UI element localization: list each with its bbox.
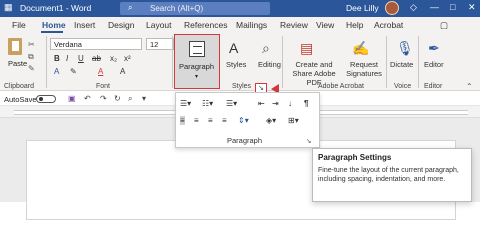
align-left-icon[interactable]: ≡ bbox=[180, 116, 185, 125]
tab-file[interactable]: File bbox=[12, 20, 26, 30]
divider bbox=[386, 36, 387, 88]
paste-icon[interactable] bbox=[8, 38, 22, 55]
superscript-button[interactable]: x² bbox=[124, 54, 131, 63]
styles-button-label[interactable]: Styles bbox=[226, 60, 246, 69]
show-formatting-icon[interactable]: ¶ bbox=[304, 99, 308, 108]
microphone-icon[interactable]: 🎙 bbox=[396, 40, 414, 57]
increase-indent-icon[interactable]: ⇥ bbox=[272, 99, 279, 108]
acrobat-group-label: Adobe Acrobat bbox=[318, 83, 364, 90]
line-spacing-icon[interactable]: ⇕▾ bbox=[238, 116, 249, 125]
paste-button-label[interactable]: Paste bbox=[8, 59, 27, 68]
clipboard-group-label: Clipboard bbox=[4, 83, 34, 90]
copy-icon[interactable]: ⧉ bbox=[28, 52, 34, 62]
tab-review[interactable]: Review bbox=[280, 20, 308, 30]
ribbon-tabs: File Home Insert Design Layout Reference… bbox=[0, 17, 480, 33]
bold-button[interactable]: B bbox=[54, 54, 60, 63]
tab-references[interactable]: References bbox=[184, 20, 227, 30]
avatar[interactable] bbox=[385, 1, 399, 15]
search-icon: ⌕ bbox=[128, 3, 133, 12]
tab-acrobat[interactable]: Acrobat bbox=[374, 20, 403, 30]
editor-icon[interactable]: ✒ bbox=[428, 40, 440, 57]
italic-button[interactable]: I bbox=[66, 54, 68, 63]
customize-qat-icon[interactable]: ▾ bbox=[142, 94, 146, 103]
autosave-toggle[interactable] bbox=[36, 95, 56, 103]
bullets-icon[interactable]: ☰▾ bbox=[180, 99, 191, 108]
decrease-indent-icon[interactable]: ⇤ bbox=[258, 99, 265, 108]
tab-home[interactable]: Home bbox=[42, 20, 66, 30]
tab-layout[interactable]: Layout bbox=[146, 20, 172, 30]
divider bbox=[282, 36, 283, 88]
cut-icon[interactable]: ✂ bbox=[28, 40, 35, 49]
tab-mailings[interactable]: Mailings bbox=[236, 20, 267, 30]
close-icon[interactable]: ✕ bbox=[468, 2, 476, 13]
subscript-button[interactable]: x₂ bbox=[110, 54, 117, 63]
align-right-icon[interactable]: ≡ bbox=[208, 116, 213, 125]
font-color-icon[interactable]: A bbox=[98, 67, 103, 76]
diamond-icon[interactable]: ◇ bbox=[410, 2, 417, 13]
voice-group-label: Voice bbox=[394, 83, 412, 90]
format-painter-icon[interactable]: ✎ bbox=[28, 64, 35, 73]
undo-icon[interactable]: ↶ bbox=[84, 94, 91, 103]
save-icon[interactable]: ▣ bbox=[68, 94, 76, 103]
user-name[interactable]: Dee Lilly bbox=[346, 3, 379, 13]
paragraph-settings-tooltip: Paragraph Settings Fine-tune the layout … bbox=[312, 148, 472, 202]
divider bbox=[172, 36, 173, 88]
chevron-down-icon: ▾ bbox=[195, 74, 199, 80]
dictate-button-label[interactable]: Dictate bbox=[390, 60, 413, 69]
tooltip-body: Fine-tune the layout of the current para… bbox=[318, 167, 459, 183]
underline-button[interactable]: U bbox=[78, 54, 84, 63]
font-group-label: Font bbox=[96, 83, 111, 90]
text-effects-icon[interactable]: A bbox=[54, 67, 59, 76]
editor-button-label[interactable]: Editor bbox=[424, 60, 444, 69]
request-signatures-label[interactable]: Request Signatures bbox=[344, 60, 384, 78]
tab-view[interactable]: View bbox=[316, 20, 334, 30]
repeat-icon[interactable]: ↻ bbox=[114, 94, 121, 103]
styles-icon[interactable]: A bbox=[229, 40, 238, 56]
tab-design[interactable]: Design bbox=[108, 20, 134, 30]
search-box[interactable]: ⌕ Search (Alt+Q) bbox=[120, 2, 270, 15]
tooltip-title: Paragraph Settings bbox=[318, 153, 392, 162]
justify-icon[interactable]: ≡ bbox=[222, 116, 227, 125]
create-pdf-icon[interactable]: ▤ bbox=[300, 40, 313, 57]
editing-button-label[interactable]: Editing bbox=[258, 60, 281, 69]
paragraph-button-label: Paragraph bbox=[179, 62, 215, 71]
divider bbox=[46, 36, 47, 88]
qat-search-icon[interactable]: ⌕ bbox=[128, 94, 132, 104]
font-size-select[interactable]: 12 bbox=[146, 38, 174, 50]
editing-icon[interactable]: ⌕ bbox=[262, 40, 270, 57]
paragraph-launcher-button[interactable]: ↘ bbox=[306, 137, 311, 145]
paragraph-button[interactable]: Paragraph ▾ bbox=[174, 34, 220, 89]
shading-icon[interactable]: ◈▾ bbox=[266, 116, 276, 125]
search-placeholder: Search (Alt+Q) bbox=[150, 4, 204, 13]
borders-icon[interactable]: ⊞▾ bbox=[288, 116, 299, 125]
request-signatures-icon[interactable]: ✍ bbox=[352, 40, 369, 57]
divider bbox=[418, 36, 419, 88]
word-logo-icon: ▦ bbox=[4, 2, 13, 12]
multilevel-list-icon[interactable]: ☰▾ bbox=[226, 99, 237, 108]
align-center-icon[interactable]: ≡ bbox=[194, 116, 199, 125]
editor-group-label: Editor bbox=[424, 83, 443, 90]
sort-icon[interactable]: ↓ bbox=[288, 99, 292, 108]
tab-insert[interactable]: Insert bbox=[74, 20, 95, 30]
numbering-icon[interactable]: ☷▾ bbox=[202, 99, 213, 108]
minimize-icon[interactable]: — bbox=[430, 2, 439, 12]
styles-group-label: Styles bbox=[232, 83, 252, 90]
autosave-label: AutoSave bbox=[4, 95, 37, 104]
strikethrough-button[interactable]: ab bbox=[92, 54, 101, 63]
collapse-ribbon-icon[interactable]: ⌃ bbox=[466, 82, 473, 91]
paragraph-icon bbox=[189, 41, 205, 57]
comments-icon[interactable]: ▢ bbox=[440, 20, 448, 31]
document-title: Document1 - Word bbox=[20, 3, 92, 13]
grow-font-icon[interactable]: A bbox=[120, 67, 125, 76]
highlight-icon[interactable]: ✎ bbox=[70, 67, 77, 76]
title-bar: ▦ Document1 - Word ⌕ Search (Alt+Q) Dee … bbox=[0, 0, 480, 17]
tab-help[interactable]: Help bbox=[346, 20, 363, 30]
restore-icon[interactable]: □ bbox=[450, 2, 455, 12]
font-name-select[interactable]: Verdana bbox=[50, 38, 142, 50]
paragraph-panel: ☰▾ ☷▾ ☰▾ ⇤ ⇥ ↓ ¶ ≡ ≡ ≡ ≡ ⇕▾ ◈▾ ⊞▾ Paragr… bbox=[175, 92, 320, 148]
redo-icon[interactable]: ↷ bbox=[100, 94, 107, 103]
paragraph-panel-label: Paragraph bbox=[227, 136, 263, 145]
